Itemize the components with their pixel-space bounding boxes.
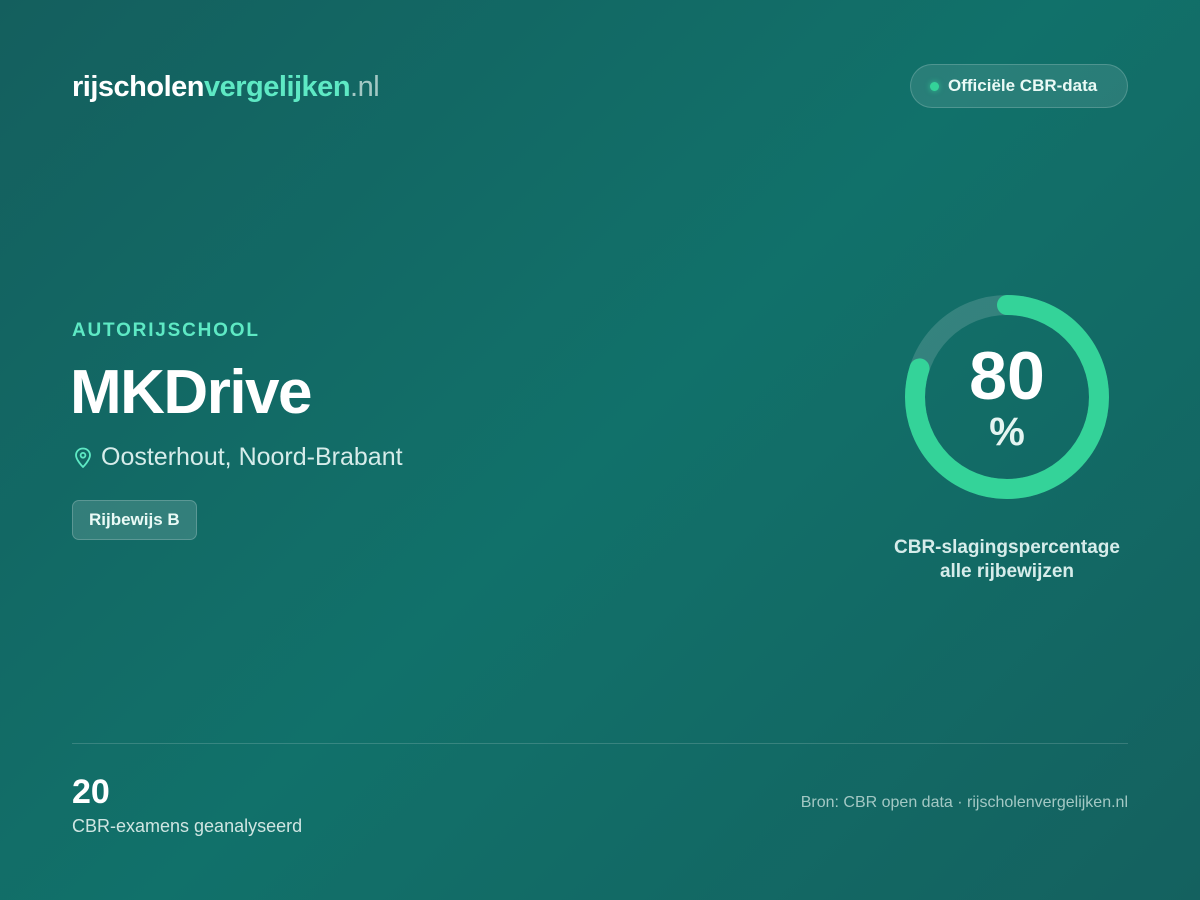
status-dot-icon — [930, 81, 939, 91]
pass-rate-caption: CBR-slagingspercentage alle rijbewijzen — [857, 536, 1157, 584]
exams-count: 20 — [72, 773, 110, 811]
badge-label: Officiële CBR-data — [948, 76, 1098, 95]
school-name: MKDrive — [70, 358, 313, 427]
logo-part-1: rijscholen — [72, 71, 205, 103]
caption-line-2: alle rijbewijzen — [939, 561, 1075, 582]
pass-rate-unit: % — [989, 410, 1025, 454]
official-data-badge: Officiële CBR-data — [910, 64, 1128, 108]
footer-divider — [72, 743, 1128, 744]
caption-line-1: CBR-slagingspercentage — [894, 537, 1120, 558]
pass-rate-value: 80 — [969, 338, 1045, 414]
pass-rate-gauge: 80 % — [904, 294, 1110, 500]
logo-part-3: .nl — [350, 71, 380, 103]
school-category: AUTORIJSCHOOL — [72, 320, 260, 341]
source-credit: Bron: CBR open data · rijscholenvergelij… — [800, 794, 1128, 811]
license-badge: Rijbewijs B — [72, 500, 197, 540]
site-logo[interactable]: rijscholenvergelijken.nl — [72, 71, 380, 104]
exams-label: CBR-examens geanalyseerd — [72, 816, 303, 836]
school-location: Oosterhout, Noord-Brabant — [74, 443, 403, 472]
map-pin-icon — [75, 447, 91, 468]
logo-part-2: vergelijken — [204, 71, 351, 103]
location-text: Oosterhout, Noord-Brabant — [101, 443, 403, 471]
